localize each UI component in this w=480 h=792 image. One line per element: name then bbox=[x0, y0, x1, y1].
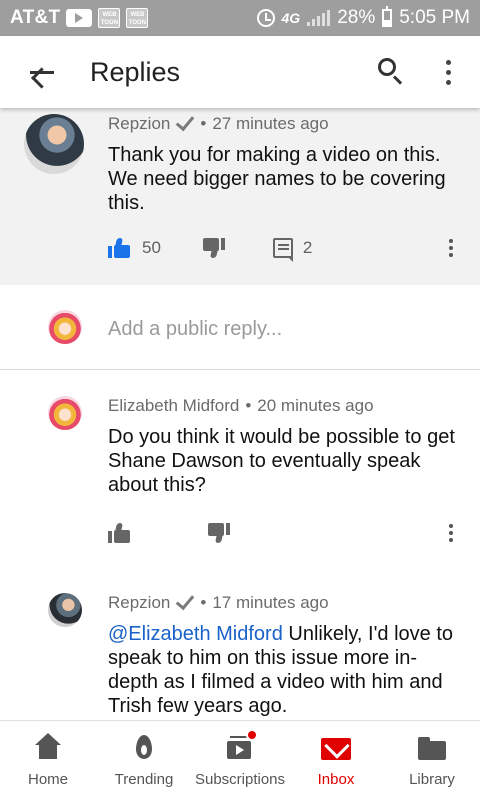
like-count: 50 bbox=[142, 238, 161, 257]
search-icon[interactable] bbox=[374, 54, 410, 90]
meta-separator: • bbox=[200, 114, 207, 133]
page-title: Replies bbox=[90, 56, 181, 87]
battery-icon bbox=[382, 6, 393, 27]
comment-author[interactable]: Repzion bbox=[108, 114, 170, 134]
verified-check-icon bbox=[176, 590, 195, 610]
folder-icon bbox=[416, 733, 448, 763]
comment-more-icon[interactable] bbox=[446, 235, 456, 261]
avatar[interactable] bbox=[48, 593, 82, 627]
nav-trending[interactable]: Trending bbox=[96, 721, 192, 792]
notification-dot bbox=[246, 729, 258, 741]
mention-link[interactable]: @Elizabeth Midford bbox=[108, 623, 283, 645]
comment-text: @Elizabeth Midford Unlikely, I'd love to… bbox=[108, 622, 458, 718]
comment-time: 17 minutes ago bbox=[212, 593, 329, 612]
inbox-icon bbox=[320, 733, 352, 763]
reply-count-icon[interactable] bbox=[272, 238, 293, 262]
comment-meta: Elizabeth Midford • 20 minutes ago bbox=[108, 396, 374, 416]
carrier-label: AT&T bbox=[10, 7, 61, 28]
webtoon-notification-icon: WEB TOON bbox=[126, 8, 149, 28]
nav-inbox[interactable]: Inbox bbox=[288, 721, 384, 792]
webtoon-notification-icon: WEB TOON bbox=[98, 8, 121, 28]
nav-label: Library bbox=[409, 771, 455, 788]
avatar[interactable] bbox=[24, 114, 84, 174]
home-icon bbox=[32, 733, 64, 763]
avatar[interactable] bbox=[48, 396, 82, 430]
comment-time: 27 minutes ago bbox=[212, 114, 329, 133]
clock: 5:05 PM bbox=[399, 7, 470, 28]
network-type: 4G bbox=[281, 10, 301, 26]
reply-composer bbox=[0, 285, 480, 370]
back-arrow-icon[interactable] bbox=[22, 52, 62, 92]
comment-time: 20 minutes ago bbox=[257, 396, 374, 415]
like-icon[interactable] bbox=[108, 522, 132, 544]
comment-meta: Repzion • 17 minutes ago bbox=[108, 590, 329, 613]
alarm-icon bbox=[256, 9, 275, 27]
nav-label: Subscriptions bbox=[194, 771, 286, 788]
comment-author[interactable]: Elizabeth Midford bbox=[108, 396, 239, 416]
dislike-icon[interactable] bbox=[201, 237, 225, 259]
verified-check-icon bbox=[176, 111, 195, 131]
bottom-nav: Home Trending Subscriptions Inbox Librar… bbox=[0, 720, 480, 792]
youtube-notification-icon bbox=[66, 9, 93, 27]
parent-comment: Repzion • 27 minutes ago Thank you for m… bbox=[0, 108, 480, 285]
status-bar: AT&T WEB TOON WEB TOON 4G 28% 5:05 PM bbox=[0, 0, 480, 36]
subscriptions-icon bbox=[224, 729, 258, 763]
like-icon[interactable] bbox=[108, 237, 132, 259]
signal-icon bbox=[307, 10, 331, 26]
app-bar: Replies bbox=[0, 36, 480, 108]
nav-label: Inbox bbox=[317, 771, 355, 788]
dislike-icon[interactable] bbox=[206, 522, 230, 544]
comment-more-icon[interactable] bbox=[446, 520, 456, 546]
meta-separator: • bbox=[245, 396, 252, 415]
battery-percent: 28% bbox=[337, 7, 376, 28]
comment-actions bbox=[108, 520, 230, 546]
nav-subscriptions[interactable]: Subscriptions bbox=[192, 721, 288, 792]
meta-separator: • bbox=[200, 593, 207, 612]
comment-author[interactable]: Repzion bbox=[108, 593, 170, 613]
overflow-menu-icon[interactable] bbox=[438, 54, 458, 90]
nav-home[interactable]: Home bbox=[0, 721, 96, 792]
nav-label: Home bbox=[27, 771, 68, 788]
nav-label: Trending bbox=[114, 771, 174, 788]
comment-actions: 50 2 bbox=[108, 235, 313, 262]
comment-text: Thank you for making a video on this. We… bbox=[108, 144, 446, 214]
reply-count: 2 bbox=[302, 238, 313, 257]
avatar bbox=[48, 310, 82, 344]
comment-text: Do you think it would be possible to get… bbox=[108, 426, 455, 496]
comment-meta: Repzion • 27 minutes ago bbox=[108, 111, 329, 134]
reply-input[interactable] bbox=[108, 315, 448, 343]
nav-library[interactable]: Library bbox=[384, 721, 480, 792]
flame-icon bbox=[128, 733, 160, 763]
